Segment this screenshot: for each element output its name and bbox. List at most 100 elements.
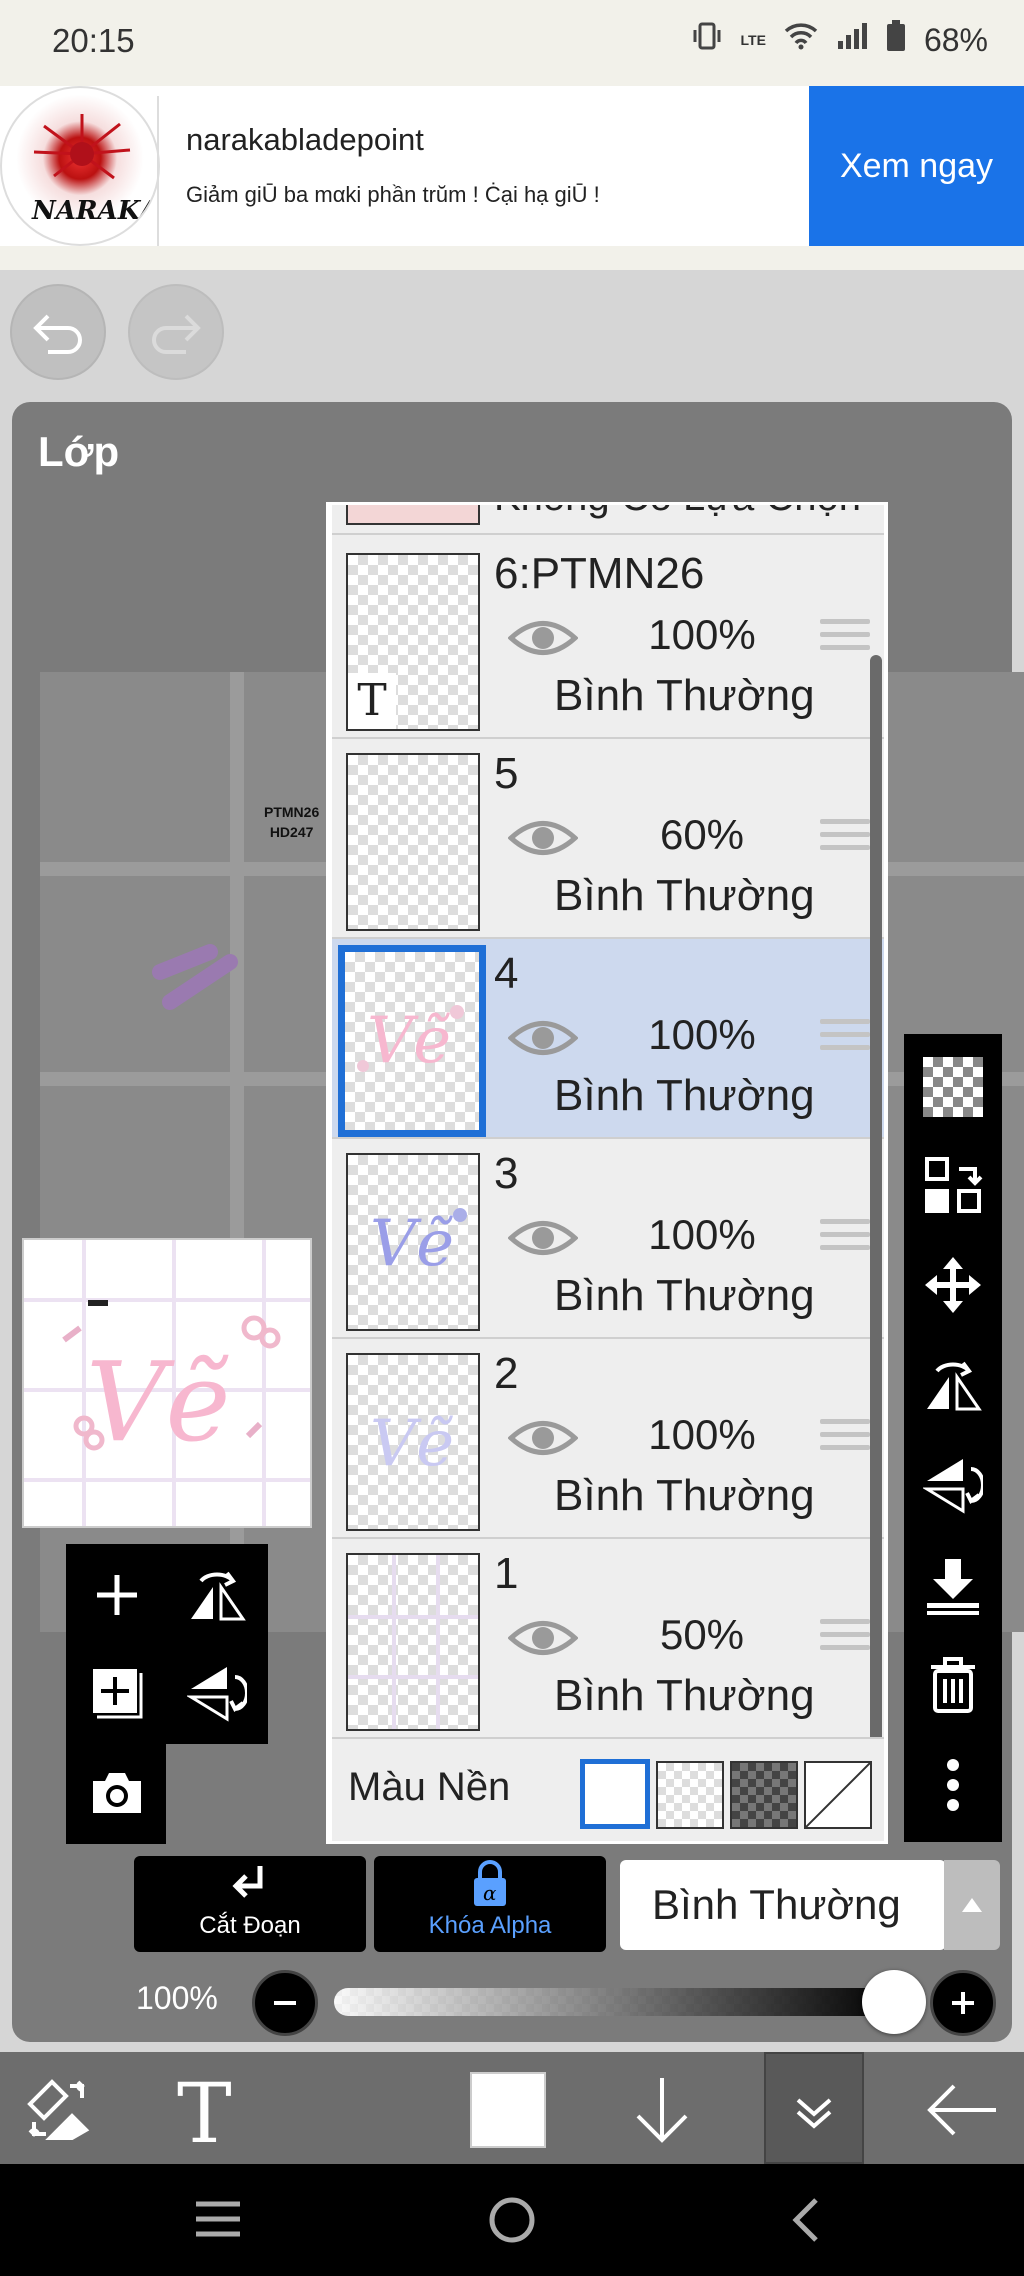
left-mini-toolbar bbox=[66, 1544, 268, 1844]
color-swatch-icon[interactable] bbox=[466, 2068, 550, 2152]
text-tool-icon[interactable]: T bbox=[166, 2068, 250, 2152]
layer-row-partial[interactable]: Không Có Lựa Chọn bbox=[332, 505, 884, 535]
layer-row-1[interactable]: 1 50% Bình Thường bbox=[332, 1539, 884, 1739]
blend-mode-select[interactable]: Bình Thường bbox=[620, 1860, 946, 1950]
layer-row-4[interactable]: Vẽ 4 100% Bình Thường bbox=[332, 939, 884, 1139]
ad-banner[interactable]: NARAKA narakabladepoint Giảm giŪ ba mαki… bbox=[0, 86, 1024, 270]
layer-name: 3 bbox=[494, 1149, 519, 1198]
system-nav-bar bbox=[0, 2164, 1024, 2276]
signal-icon bbox=[836, 21, 868, 59]
collapse-icon[interactable] bbox=[772, 2068, 856, 2152]
redo-icon bbox=[152, 314, 201, 354]
layer-list[interactable]: Không Có Lựa Chọn T 6:PTMN26 100% Bình T… bbox=[326, 502, 888, 1844]
ad-cta-button[interactable]: Xem ngay bbox=[809, 86, 1024, 246]
arrow-down-icon[interactable] bbox=[620, 2068, 704, 2152]
drag-handle-icon[interactable] bbox=[820, 1619, 870, 1659]
redo-button[interactable] bbox=[128, 284, 224, 380]
layer-opacity: 100% bbox=[648, 1211, 756, 1258]
bottom-toolbar: T bbox=[0, 2052, 1024, 2164]
layer-swap-icon[interactable] bbox=[920, 1152, 986, 1218]
opacity-decrease-button[interactable] bbox=[252, 1970, 318, 2036]
layer-thumbnail bbox=[346, 753, 480, 931]
alpha-lock-label: Khóa Alpha bbox=[428, 1912, 552, 1939]
minus-icon bbox=[274, 2001, 296, 2005]
layer-blend-mode: Bình Thường bbox=[554, 1671, 815, 1720]
eye-icon[interactable] bbox=[508, 1015, 578, 1061]
clipping-label: Cắt Đoạn bbox=[199, 1912, 301, 1939]
layer-blend-mode: Bình Thường bbox=[554, 671, 815, 720]
add-layer-icon[interactable] bbox=[84, 1562, 150, 1628]
layer-row-2[interactable]: Vẽ 2 100% Bình Thường bbox=[332, 1339, 884, 1539]
layer-thumbnail bbox=[346, 505, 480, 525]
ad-logo-text: NARAKA bbox=[32, 196, 160, 226]
layer-list-scrollbar[interactable] bbox=[870, 655, 882, 1755]
home-icon[interactable] bbox=[486, 2194, 538, 2251]
flip-layer-vertical-icon[interactable] bbox=[184, 1660, 250, 1726]
move-icon[interactable] bbox=[920, 1252, 986, 1318]
layer-thumbnail bbox=[346, 1553, 480, 1731]
canvas-stamp-line1: PTMN26 bbox=[264, 804, 320, 820]
camera-icon[interactable] bbox=[84, 1760, 150, 1826]
layer-opacity: 100% bbox=[648, 611, 756, 658]
layer-thumbnail: T bbox=[346, 553, 480, 731]
undo-button[interactable] bbox=[10, 284, 106, 380]
undo-icon bbox=[33, 314, 82, 354]
drag-handle-icon[interactable] bbox=[820, 819, 870, 859]
layer-thumbnail: Vẽ bbox=[346, 1153, 480, 1331]
status-time: 20:15 bbox=[52, 22, 135, 59]
plus-icon bbox=[952, 1992, 974, 2014]
opacity-slider-thumb[interactable] bbox=[862, 1970, 926, 2034]
background-transparent-swatch[interactable] bbox=[656, 1761, 724, 1829]
drag-handle-icon[interactable] bbox=[820, 1219, 870, 1259]
drag-handle-icon[interactable] bbox=[820, 1019, 870, 1059]
layer-list-scroll[interactable]: Không Có Lựa Chọn T 6:PTMN26 100% Bình T… bbox=[332, 505, 884, 1775]
svg-text:Vẽ: Vẽ bbox=[367, 1004, 451, 1078]
eye-icon[interactable] bbox=[508, 815, 578, 861]
eye-icon[interactable] bbox=[508, 615, 578, 661]
layer-opacity: 100% bbox=[648, 1411, 756, 1458]
canvas-preview[interactable]: Vẽ bbox=[22, 1238, 312, 1528]
background-white-swatch[interactable] bbox=[580, 1759, 650, 1829]
background-dark-swatch[interactable] bbox=[730, 1761, 798, 1829]
layer-blend-mode: Bình Thường bbox=[554, 1471, 815, 1520]
system-back-icon[interactable] bbox=[786, 2194, 826, 2251]
ad-logo: NARAKA bbox=[0, 86, 160, 246]
eye-icon[interactable] bbox=[508, 1415, 578, 1461]
flip-horizontal-icon[interactable] bbox=[920, 1352, 986, 1418]
alpha-lock-button[interactable]: α Khóa Alpha bbox=[374, 1856, 606, 1952]
more-icon[interactable] bbox=[920, 1752, 986, 1818]
recent-apps-icon[interactable] bbox=[192, 2196, 244, 2247]
duplicate-layer-icon[interactable] bbox=[84, 1660, 150, 1726]
blend-mode-dropdown-button[interactable] bbox=[944, 1860, 1000, 1950]
drag-handle-icon[interactable] bbox=[820, 1419, 870, 1459]
layer-row-5[interactable]: 5 60% Bình Thường bbox=[332, 739, 884, 939]
transparency-icon[interactable] bbox=[920, 1054, 986, 1120]
clipping-button[interactable]: Cắt Đoạn bbox=[134, 1856, 366, 1952]
background-color-row: Màu Nền bbox=[332, 1737, 884, 1841]
canvas-stamp: PTMN26 HD247 bbox=[264, 802, 319, 842]
svg-text:T: T bbox=[177, 2072, 232, 2148]
layer-row-3[interactable]: Vẽ 3 100% Bình Thường bbox=[332, 1139, 884, 1339]
layer-opacity: 100% bbox=[648, 1011, 756, 1058]
opacity-value: 100% bbox=[136, 1980, 218, 2016]
eye-icon[interactable] bbox=[508, 1615, 578, 1661]
text-layer-mark: T bbox=[348, 673, 396, 729]
merge-down-icon[interactable] bbox=[920, 1552, 986, 1618]
transform-icon[interactable] bbox=[16, 2068, 100, 2152]
svg-text:Vẽ: Vẽ bbox=[370, 1407, 454, 1481]
drag-handle-icon[interactable] bbox=[820, 619, 870, 659]
background-none-swatch[interactable] bbox=[804, 1761, 872, 1829]
opacity-slider[interactable] bbox=[334, 1988, 894, 2016]
flip-layer-horizontal-icon[interactable] bbox=[184, 1562, 250, 1628]
back-arrow-icon[interactable] bbox=[920, 2068, 1004, 2152]
trash-icon[interactable] bbox=[920, 1652, 986, 1718]
eye-icon[interactable] bbox=[508, 1215, 578, 1261]
volte-icon: LTE bbox=[740, 32, 766, 48]
layer-name: Không Có Lựa Chọn bbox=[494, 505, 861, 520]
layer-row-6[interactable]: T 6:PTMN26 100% Bình Thường bbox=[332, 539, 884, 739]
triangle-up-icon bbox=[962, 1898, 982, 1912]
opacity-increase-button[interactable] bbox=[930, 1970, 996, 2036]
battery-icon bbox=[886, 20, 906, 60]
status-bar: 20:15 LTE 68% bbox=[0, 0, 1024, 86]
flip-vertical-icon[interactable] bbox=[920, 1452, 986, 1518]
